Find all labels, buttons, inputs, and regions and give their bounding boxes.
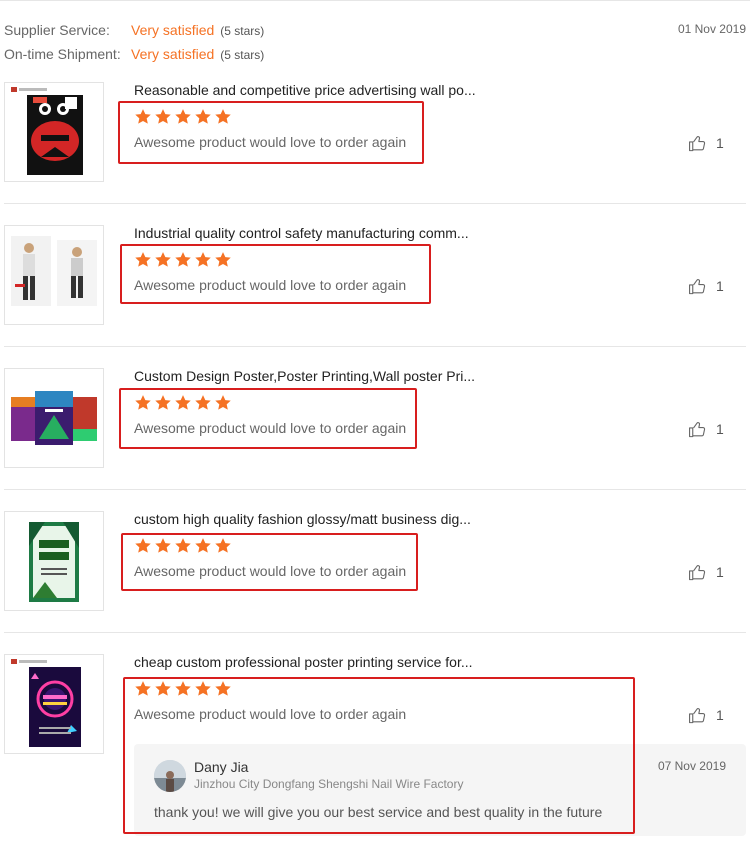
like-count: 1	[716, 135, 724, 151]
product-title[interactable]: cheap custom professional poster printin…	[134, 653, 473, 671]
product-title[interactable]: Custom Design Poster,Poster Printing,Wal…	[134, 367, 475, 385]
like-count: 1	[716, 707, 724, 723]
ontime-shipment-label: On-time Shipment:	[4, 46, 121, 62]
ontime-shipment-value: Very satisfied	[131, 46, 215, 62]
friday-poster-image	[5, 83, 103, 181]
product-title[interactable]: custom high quality fashion glossy/matt …	[134, 510, 471, 528]
like-count: 1	[716, 278, 724, 294]
product-thumbnail[interactable]	[4, 368, 104, 468]
highlight-box	[119, 388, 417, 449]
like-count: 1	[716, 421, 724, 437]
thumbs-up-icon	[689, 278, 706, 294]
highlight-box	[121, 533, 418, 591]
product-thumbnail[interactable]	[4, 654, 104, 754]
product-thumbnail[interactable]	[4, 225, 104, 325]
product-title[interactable]: Reasonable and competitive price adverti…	[134, 81, 476, 99]
reply-date: 07 Nov 2019	[657, 759, 726, 773]
like-button[interactable]: 1	[688, 562, 724, 582]
review-divider	[4, 346, 746, 347]
like-count: 1	[716, 564, 724, 580]
thumbs-up-icon	[689, 135, 706, 151]
supplier-service-row: Supplier Service: Very satisfied (5 stars)	[4, 20, 264, 40]
sound-posters-image	[5, 369, 103, 467]
fashion-poster-image	[5, 226, 103, 324]
review-date: 01 Nov 2019	[677, 22, 746, 36]
highlight-box	[123, 677, 635, 834]
product-title[interactable]: Industrial quality control safety manufa…	[134, 224, 469, 242]
top-divider	[0, 0, 750, 1]
green-poster-image	[5, 512, 103, 610]
like-button[interactable]: 1	[688, 419, 724, 439]
like-button[interactable]: 1	[688, 133, 724, 153]
supplier-service-label: Supplier Service:	[4, 22, 110, 38]
highlight-box	[118, 101, 424, 164]
thumbs-up-icon	[689, 707, 706, 723]
supplier-service-value: Very satisfied	[131, 22, 215, 38]
review-divider	[4, 203, 746, 204]
ontime-shipment-stars: (5 stars)	[220, 48, 265, 62]
neon-friday-poster-image	[5, 655, 103, 753]
thumbs-up-icon	[689, 421, 706, 437]
like-button[interactable]: 1	[688, 276, 724, 296]
review-divider	[4, 489, 746, 490]
review-divider	[4, 632, 746, 633]
like-button[interactable]: 1	[688, 705, 724, 725]
product-thumbnail[interactable]	[4, 82, 104, 182]
highlight-box	[120, 244, 431, 304]
supplier-service-stars: (5 stars)	[220, 24, 265, 38]
product-thumbnail[interactable]	[4, 511, 104, 611]
ontime-shipment-row: On-time Shipment: Very satisfied (5 stars)	[4, 44, 264, 64]
thumbs-up-icon	[689, 564, 706, 580]
